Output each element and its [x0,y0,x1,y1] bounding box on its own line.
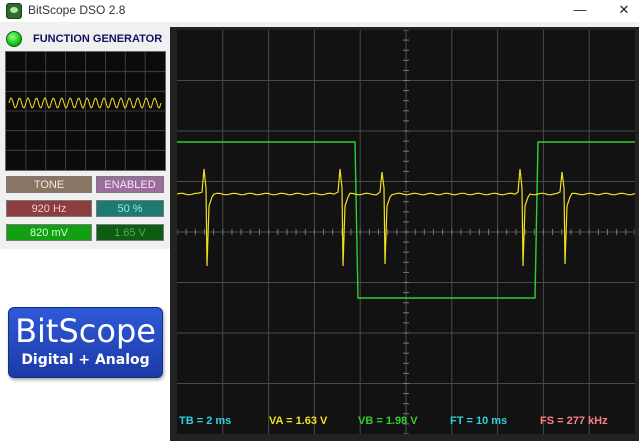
tone-mode-button[interactable]: TONE [6,176,92,193]
logo-subtitle: Digital + Analog [21,352,150,368]
close-button[interactable]: ✕ [609,0,639,22]
status-led-icon[interactable] [6,31,22,47]
frequency-control[interactable]: 920 Hz [6,200,92,217]
bitscope-logo: BitScope Digital + Analog [8,307,163,378]
frame-time-readout: FT = 10 ms [450,415,508,427]
channel-b-voltage-readout: VB = 1.98 V [358,415,418,427]
logo-title: BitScope [15,312,156,350]
oscilloscope-display[interactable] [177,30,635,434]
function-generator-title: FUNCTION GENERATOR [33,33,163,45]
minimize-button[interactable]: — [565,0,595,22]
timebase-readout: TB = 2 ms [179,415,232,427]
channel-a-voltage-readout: VA = 1.63 V [269,415,328,427]
window-title: BitScope DSO 2.8 [28,3,126,17]
bitscope-app-icon [6,3,22,19]
amplitude-control[interactable]: 820 mV [6,224,92,241]
offset-control[interactable]: 1.65 V [96,224,164,241]
duty-cycle-control[interactable]: 50 % [96,200,164,217]
generator-waveform [8,97,162,109]
sample-rate-readout: FS = 277 kHz [540,415,608,427]
generator-preview-display [5,51,166,171]
enabled-toggle-button[interactable]: ENABLED [96,176,164,193]
title-bar: BitScope DSO 2.8 — ✕ [0,0,639,22]
